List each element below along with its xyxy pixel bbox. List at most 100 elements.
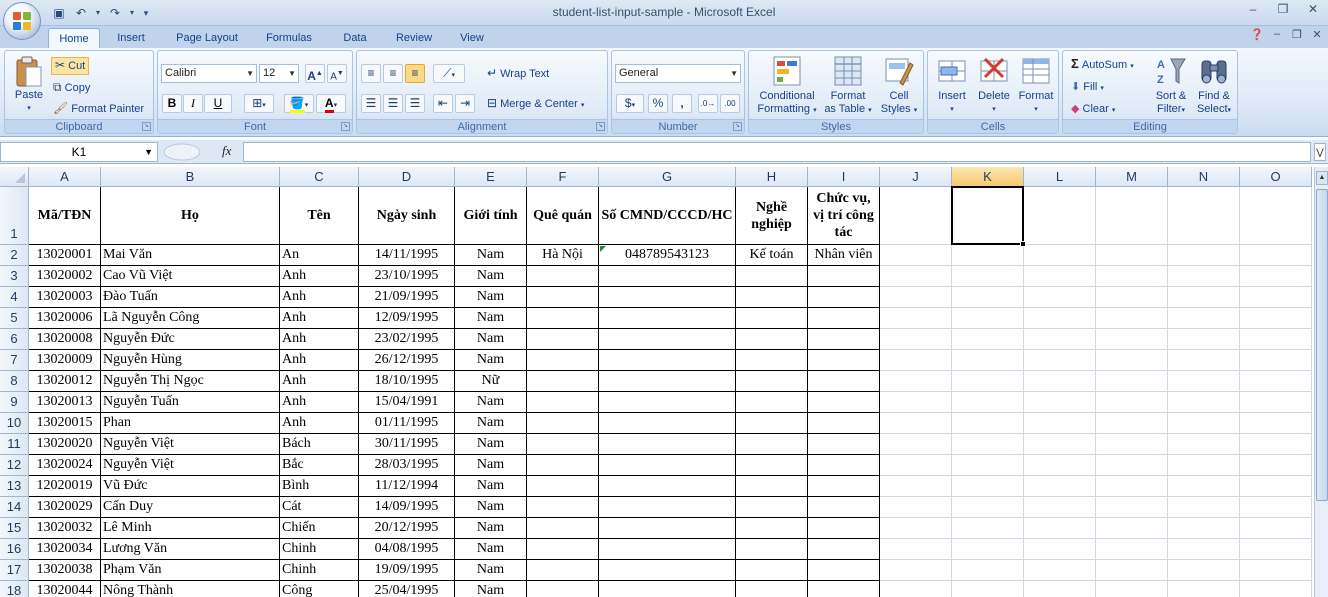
- cell-d9[interactable]: 15/04/1991: [359, 392, 455, 413]
- name-box-dropdown-icon[interactable]: ▼: [144, 143, 153, 161]
- tab-home[interactable]: Home: [48, 28, 100, 48]
- cell-n4[interactable]: [1168, 287, 1240, 308]
- cell-l18[interactable]: [1024, 581, 1096, 597]
- cell-f11[interactable]: [527, 434, 599, 455]
- cell-j4[interactable]: [880, 287, 952, 308]
- cell-e15[interactable]: Nam: [455, 518, 527, 539]
- cell-e9[interactable]: Nam: [455, 392, 527, 413]
- row-header-7[interactable]: 7: [0, 350, 29, 371]
- name-box[interactable]: K1 ▼: [0, 142, 158, 162]
- cell-k8[interactable]: [952, 371, 1024, 392]
- cell-g12[interactable]: [599, 455, 736, 476]
- cell-j2[interactable]: [880, 245, 952, 266]
- cell-d14[interactable]: 14/09/1995: [359, 497, 455, 518]
- cell-c12[interactable]: Bắc: [280, 455, 359, 476]
- cell-o13[interactable]: [1240, 476, 1312, 497]
- cell-m4[interactable]: [1096, 287, 1168, 308]
- cell-m5[interactable]: [1096, 308, 1168, 329]
- row-header-13[interactable]: 13: [0, 476, 29, 497]
- cell-e13[interactable]: Nam: [455, 476, 527, 497]
- cell-i12[interactable]: [808, 455, 880, 476]
- column-header-e[interactable]: E: [455, 167, 527, 187]
- cell-c4[interactable]: Anh: [280, 287, 359, 308]
- cell-f8[interactable]: [527, 371, 599, 392]
- cell-d17[interactable]: 19/09/1995: [359, 560, 455, 581]
- column-header-a[interactable]: A: [29, 167, 101, 187]
- row-header-12[interactable]: 12: [0, 455, 29, 476]
- cell-d15[interactable]: 20/12/1995: [359, 518, 455, 539]
- header-cell-c[interactable]: Tên: [280, 187, 359, 245]
- cell-b10[interactable]: Phan: [101, 413, 280, 434]
- cell-o18[interactable]: [1240, 581, 1312, 597]
- cell-l6[interactable]: [1024, 329, 1096, 350]
- cell-e2[interactable]: Nam: [455, 245, 527, 266]
- formula-input[interactable]: [243, 142, 1311, 162]
- cell-o3[interactable]: [1240, 266, 1312, 287]
- cell-g7[interactable]: [599, 350, 736, 371]
- cell-a8[interactable]: 13020012: [29, 371, 101, 392]
- tab-data[interactable]: Data: [334, 28, 376, 48]
- percent-button[interactable]: %: [648, 94, 668, 113]
- shrink-font-button[interactable]: A▼: [327, 64, 347, 83]
- cell-i5[interactable]: [808, 308, 880, 329]
- cell-h14[interactable]: [736, 497, 808, 518]
- cell-k18[interactable]: [952, 581, 1024, 597]
- cell-c9[interactable]: Anh: [280, 392, 359, 413]
- cell-a10[interactable]: 13020015: [29, 413, 101, 434]
- cell-j17[interactable]: [880, 560, 952, 581]
- cell-g14[interactable]: [599, 497, 736, 518]
- cell-h13[interactable]: [736, 476, 808, 497]
- cell-e10[interactable]: Nam: [455, 413, 527, 434]
- insert-cells-button[interactable]: Insert ▾: [932, 55, 972, 116]
- cell-l5[interactable]: [1024, 308, 1096, 329]
- cell-j18[interactable]: [880, 581, 952, 597]
- cell-c16[interactable]: Chinh: [280, 539, 359, 560]
- row-header-6[interactable]: 6: [0, 329, 29, 350]
- cell-h10[interactable]: [736, 413, 808, 434]
- cell-f12[interactable]: [527, 455, 599, 476]
- cell-c5[interactable]: Anh: [280, 308, 359, 329]
- cell-b8[interactable]: Nguyễn Thị Ngọc: [101, 371, 280, 392]
- cell-o16[interactable]: [1240, 539, 1312, 560]
- comma-button[interactable]: ,: [672, 94, 692, 113]
- cell-g3[interactable]: [599, 266, 736, 287]
- cell-e7[interactable]: Nam: [455, 350, 527, 371]
- cell-l8[interactable]: [1024, 371, 1096, 392]
- cell-l7[interactable]: [1024, 350, 1096, 371]
- column-header-j[interactable]: J: [880, 167, 952, 187]
- cell-g5[interactable]: [599, 308, 736, 329]
- select-all-button[interactable]: [0, 167, 29, 187]
- clipboard-launcher-icon[interactable]: ↘: [142, 122, 151, 131]
- cell-f2[interactable]: Hà Nội: [527, 245, 599, 266]
- cell-d10[interactable]: 01/11/1995: [359, 413, 455, 434]
- cell-d2[interactable]: 14/11/1995: [359, 245, 455, 266]
- cell-f3[interactable]: [527, 266, 599, 287]
- cell-m11[interactable]: [1096, 434, 1168, 455]
- tab-formulas[interactable]: Formulas: [258, 28, 320, 48]
- cell-c7[interactable]: Anh: [280, 350, 359, 371]
- cell-n16[interactable]: [1168, 539, 1240, 560]
- cell-f18[interactable]: [527, 581, 599, 597]
- cell-n18[interactable]: [1168, 581, 1240, 597]
- cell-b15[interactable]: Lê Minh: [101, 518, 280, 539]
- header-cell-i[interactable]: Chức vụ, vị trí công tác: [808, 187, 880, 245]
- cell-n17[interactable]: [1168, 560, 1240, 581]
- cell-a14[interactable]: 13020029: [29, 497, 101, 518]
- cell-l17[interactable]: [1024, 560, 1096, 581]
- cell-o10[interactable]: [1240, 413, 1312, 434]
- cell-o8[interactable]: [1240, 371, 1312, 392]
- cell-k15[interactable]: [952, 518, 1024, 539]
- cell-j7[interactable]: [880, 350, 952, 371]
- cell-a3[interactable]: 13020002: [29, 266, 101, 287]
- cell-d18[interactable]: 25/04/1995: [359, 581, 455, 597]
- cell-e12[interactable]: Nam: [455, 455, 527, 476]
- column-header-d[interactable]: D: [359, 167, 455, 187]
- row-header-9[interactable]: 9: [0, 392, 29, 413]
- cell-e3[interactable]: Nam: [455, 266, 527, 287]
- cell-d6[interactable]: 23/02/1995: [359, 329, 455, 350]
- cell-l4[interactable]: [1024, 287, 1096, 308]
- row-header-15[interactable]: 15: [0, 518, 29, 539]
- cell-f6[interactable]: [527, 329, 599, 350]
- cell-l13[interactable]: [1024, 476, 1096, 497]
- vertical-scrollbar[interactable]: ▲: [1314, 167, 1328, 597]
